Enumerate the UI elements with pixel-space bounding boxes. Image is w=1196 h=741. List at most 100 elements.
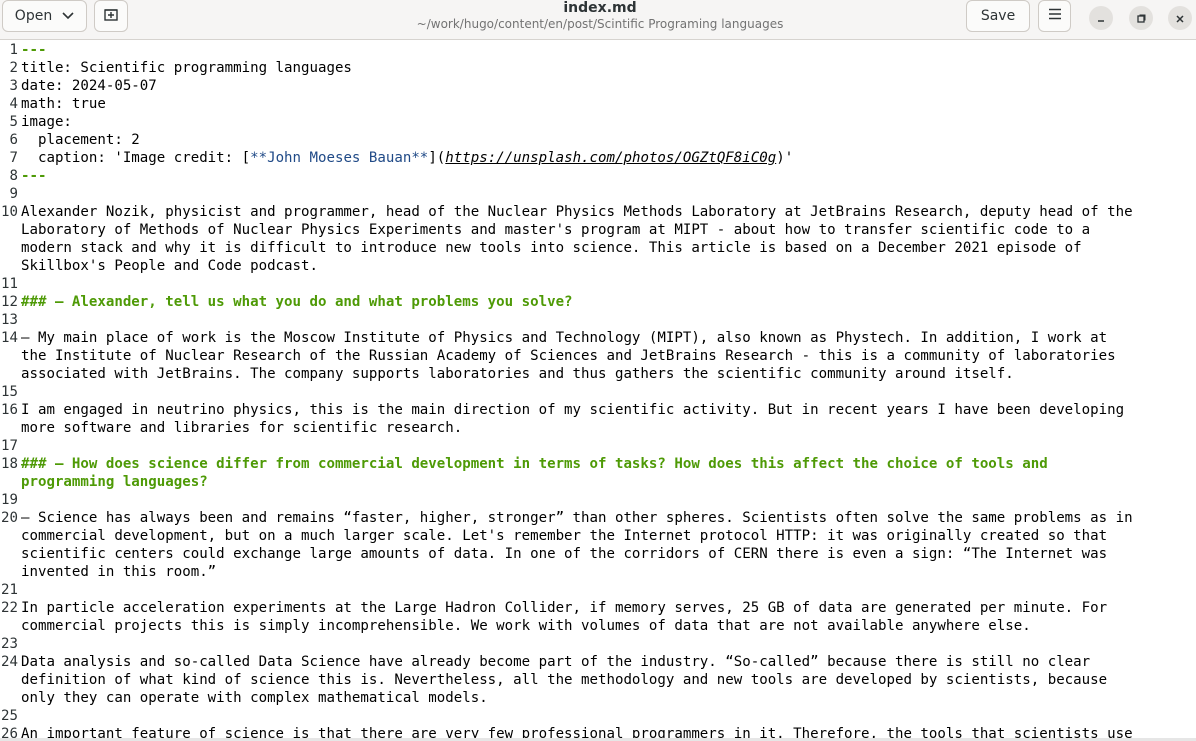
- line-number: 10: [1, 204, 18, 220]
- line-text: date: 2024-05-07: [21, 77, 157, 95]
- line-number: 23: [1, 636, 18, 652]
- text-segment: — My main place of work is the Moscow In…: [21, 330, 1108, 346]
- editor-line: 13: [0, 311, 1196, 329]
- line-row: caption: 'Image credit: [**John Moeses B…: [21, 149, 793, 167]
- line-number: 24: [1, 654, 18, 670]
- text-segment: Alexander Nozik, physicist and programme…: [21, 204, 1133, 220]
- line-number: 3: [9, 78, 19, 94]
- line-row: date: 2024-05-07: [21, 77, 157, 95]
- text-segment: associated with JetBrains. The company s…: [21, 366, 1014, 382]
- heading-text: ### — Alexander, tell us what you do and…: [21, 294, 573, 310]
- line-number: 15: [1, 384, 18, 400]
- line-text: In particle acceleration experiments at …: [21, 599, 1107, 635]
- line-number: 17: [1, 438, 18, 454]
- text-segment: commercial development, but on a much la…: [21, 528, 1108, 544]
- text-segment: only they can operate with complex mathe…: [21, 690, 488, 706]
- text-segment: image:: [21, 114, 72, 130]
- editor-line: 16 I am engaged in neutrino physics, this…: [0, 401, 1196, 437]
- line-text: caption: 'Image credit: [**John Moeses B…: [21, 149, 793, 167]
- hamburger-menu-icon: [1048, 8, 1062, 24]
- header-bar: Open index.md ~/work/hugo/content/en/pos…: [0, 0, 1196, 40]
- main-menu-button[interactable]: [1038, 0, 1071, 32]
- chevron-down-icon: [62, 8, 74, 24]
- line-number: 6: [9, 132, 19, 148]
- text-segment: )': [776, 150, 794, 166]
- maximize-button[interactable]: [1129, 6, 1153, 30]
- line-number: 11: [1, 276, 18, 292]
- editor-line: 4 math: true: [0, 95, 1196, 113]
- line-row: math: true: [21, 95, 106, 113]
- new-tab-button[interactable]: [94, 0, 128, 32]
- line-number: 19: [1, 492, 18, 508]
- file-path: ~/work/hugo/content/en/post/Scintific Pr…: [416, 17, 784, 31]
- text-segment: Laboratory of Methods of Nuclear Physics…: [21, 222, 1091, 238]
- minimize-button[interactable]: [1089, 6, 1113, 30]
- line-row: ---: [21, 167, 46, 185]
- editor-line: 10 Alexander Nozik, physicist and program…: [0, 203, 1196, 275]
- editor-line: 19: [0, 491, 1196, 509]
- line-number: 4: [9, 96, 19, 112]
- line-text: math: true: [21, 95, 106, 113]
- editor-line: 17: [0, 437, 1196, 455]
- editor-line: 15: [0, 383, 1196, 401]
- text-segment: the Institute of Nuclear Research of the…: [21, 348, 1116, 364]
- line-text: ---: [21, 41, 46, 59]
- line-number: 2: [9, 60, 19, 76]
- text-segment: more software and libraries for scientif…: [21, 420, 463, 436]
- text-segment: title: Scientific programming languages: [21, 60, 352, 76]
- line-text: An important feature of science is that …: [21, 725, 1133, 738]
- line-row: — Science has always been and remains “f…: [21, 509, 1133, 527]
- editor-line: 26 An important feature of science is tha…: [0, 725, 1196, 738]
- line-number: 16: [1, 402, 18, 418]
- line-row: title: Scientific programming languages: [21, 59, 352, 77]
- close-button[interactable]: [1168, 6, 1192, 30]
- line-row: definition of what kind of science this …: [21, 671, 1107, 689]
- line-row: programming languages?: [21, 473, 1048, 491]
- minimize-icon: [1096, 9, 1106, 28]
- editor-line: 24 Data analysis and so-called Data Scien…: [0, 653, 1196, 707]
- save-button[interactable]: Save: [966, 0, 1030, 32]
- open-button-label: Open: [14, 8, 53, 24]
- line-row: only they can operate with complex mathe…: [21, 689, 1107, 707]
- text-editor-area[interactable]: 1 --- 2 title: Scientific programming langu…: [0, 41, 1196, 738]
- editor-line: 1 ---: [0, 41, 1196, 59]
- line-number: 8: [9, 168, 19, 184]
- line-row: scientific centers could exchange large …: [21, 545, 1133, 563]
- window-title: index.md: [563, 0, 637, 16]
- line-row: ---: [21, 41, 46, 59]
- text-segment: ---: [21, 42, 47, 58]
- line-row: Skillbox's People and Code podcast.: [21, 257, 1133, 275]
- editor-line: 14— My main place of work is the Moscow …: [0, 329, 1196, 383]
- line-number: 7: [9, 150, 19, 166]
- line-row: — My main place of work is the Moscow In…: [21, 329, 1116, 347]
- text-segment: invented in this room.”: [21, 564, 217, 580]
- heading-text: ### — How does science differ from comme…: [21, 456, 1048, 472]
- line-row: invented in this room.”: [21, 563, 1133, 581]
- text-segment: ](: [428, 150, 446, 166]
- editor-line: 23: [0, 635, 1196, 653]
- line-text: Data analysis and so-called Data Science…: [21, 653, 1107, 707]
- line-text: Alexander Nozik, physicist and programme…: [21, 203, 1133, 275]
- line-row: I am engaged in neutrino physics, this i…: [21, 401, 1124, 419]
- line-number: 13: [1, 312, 18, 328]
- open-button[interactable]: Open: [2, 0, 87, 32]
- editor-line: 21: [0, 581, 1196, 599]
- line-row: associated with JetBrains. The company s…: [21, 365, 1116, 383]
- editor-line: 8 ---: [0, 167, 1196, 185]
- line-row: modern stack and why it is difficult to …: [21, 239, 1133, 257]
- editor-line: 6 placement: 2: [0, 131, 1196, 149]
- line-row: ### — Alexander, tell us what you do and…: [21, 293, 573, 311]
- text-segment: math: true: [21, 96, 106, 112]
- text-segment: Data analysis and so-called Data Science…: [21, 654, 1091, 670]
- line-number: 18: [1, 456, 18, 472]
- line-row: ### — How does science differ from comme…: [21, 455, 1048, 473]
- line-text: ### — How does science differ from comme…: [21, 455, 1048, 491]
- line-text: placement: 2: [21, 131, 140, 149]
- text-segment: ---: [21, 168, 47, 184]
- line-text: I am engaged in neutrino physics, this i…: [21, 401, 1124, 437]
- line-row: placement: 2: [21, 131, 140, 149]
- new-tab-icon: [104, 7, 118, 25]
- link-url: https://unsplash.com/photos/OGZtQF8iC0g: [445, 150, 777, 166]
- editor-line: 2 title: Scientific programming languages: [0, 59, 1196, 77]
- title-area: index.md ~/work/hugo/content/en/post/Sci…: [300, 0, 900, 31]
